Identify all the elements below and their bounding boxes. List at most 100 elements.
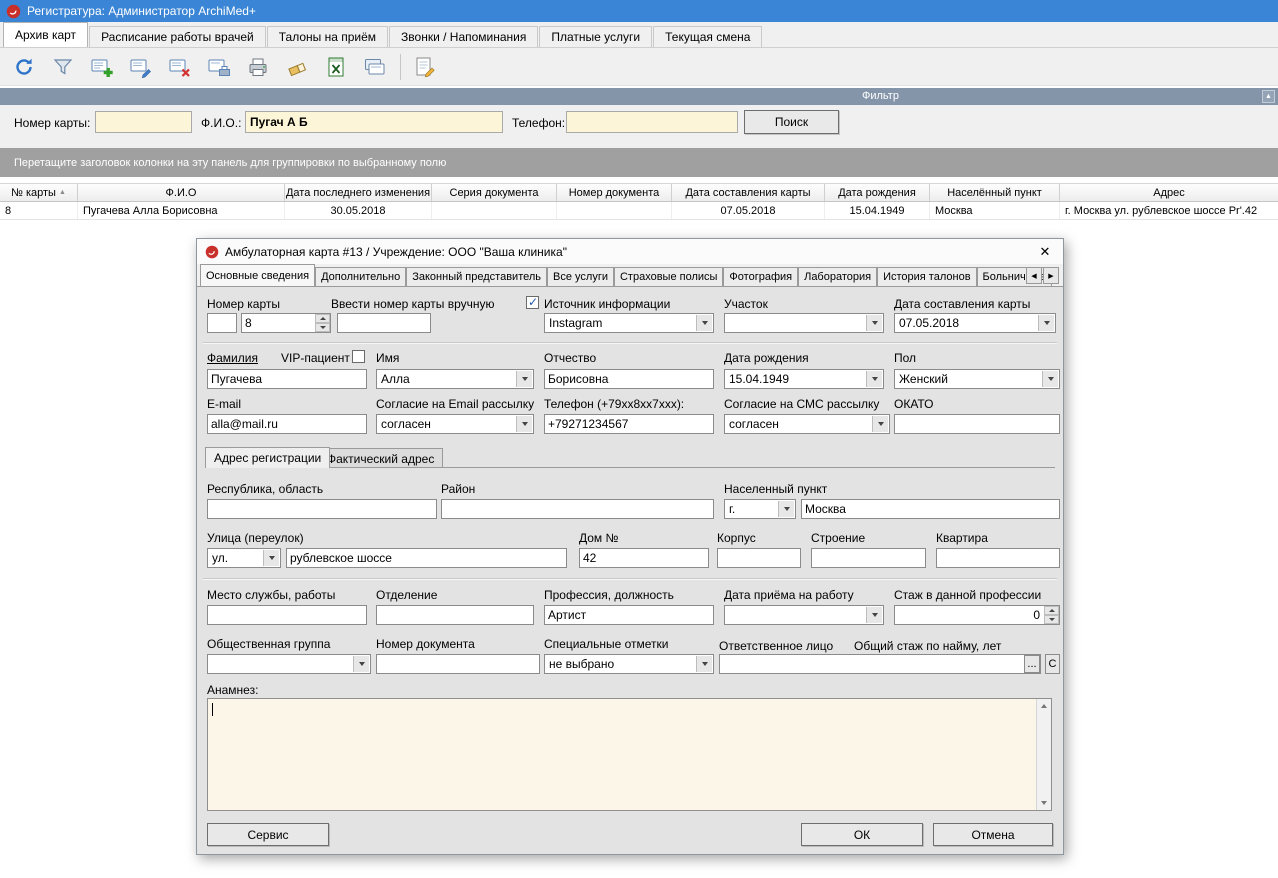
subtab-actual-address[interactable]: Фактический адрес — [318, 448, 443, 468]
fio-filter-input[interactable] — [245, 111, 503, 133]
manual-entry-checkbox[interactable] — [526, 296, 539, 309]
cell-doc-number[interactable] — [557, 202, 672, 219]
tab-paid-services[interactable]: Платные услуги — [539, 26, 652, 47]
district-select[interactable] — [724, 313, 884, 333]
vip-checkbox[interactable] — [352, 350, 365, 363]
scroll-up-icon[interactable] — [1037, 699, 1051, 713]
phone-filter-input[interactable] — [566, 111, 738, 133]
tab-doctors-schedule[interactable]: Расписание работы врачей — [89, 26, 266, 47]
document-number-input[interactable] — [376, 654, 540, 674]
cell-last-modified[interactable]: 30.05.2018 — [285, 202, 432, 219]
col-birth-date[interactable]: Дата рождения — [825, 184, 930, 201]
workplace-input[interactable] — [207, 605, 367, 625]
cell-birth-date[interactable]: 15.04.1949 — [825, 202, 930, 219]
dialog-tab-all-services[interactable]: Все услуги — [547, 267, 614, 286]
grouping-panel[interactable]: Перетащите заголовок колонки на эту пане… — [0, 148, 1278, 177]
col-card-number[interactable]: № карты ▲ — [0, 184, 78, 201]
card-date-select[interactable]: 07.05.2018 — [894, 313, 1056, 333]
dialog-tab-photo[interactable]: Фотография — [723, 267, 798, 286]
edit-note-button[interactable] — [408, 51, 444, 82]
lastname-input[interactable] — [207, 369, 367, 389]
card-prefix-input[interactable] — [207, 313, 237, 333]
tab-scroll-right-icon[interactable]: ▶ — [1043, 267, 1059, 284]
spin-up-icon[interactable] — [1044, 606, 1059, 615]
special-marks-select[interactable]: не выбрано — [544, 654, 714, 674]
cell-card-number[interactable]: 8 — [0, 202, 78, 219]
col-address[interactable]: Адрес — [1060, 184, 1278, 201]
service-button[interactable]: Сервис — [207, 823, 329, 846]
spin-up-icon[interactable] — [315, 314, 330, 323]
department-input[interactable] — [376, 605, 534, 625]
phone-input[interactable] — [544, 414, 714, 434]
house-input[interactable] — [579, 548, 709, 568]
excel-export-button[interactable] — [318, 51, 354, 82]
info-source-select[interactable]: Instagram — [544, 313, 714, 333]
street-prefix-select[interactable]: ул. — [207, 548, 281, 568]
print-card-button[interactable] — [201, 51, 237, 82]
table-row[interactable]: 8 Пугачева Алла Борисовна 30.05.2018 07.… — [0, 202, 1278, 220]
cell-address[interactable]: г. Москва ул. рублевское шоссе Pr'.42 — [1060, 202, 1278, 219]
area-input[interactable] — [441, 499, 714, 519]
clear-button[interactable] — [279, 51, 315, 82]
col-card-date[interactable]: Дата составления карты — [672, 184, 825, 201]
cell-fio[interactable]: Пугачева Алла Борисовна — [78, 202, 285, 219]
street-input[interactable] — [286, 548, 567, 568]
card-stack-button[interactable] — [357, 51, 393, 82]
filter-button[interactable] — [45, 51, 81, 82]
birthdate-select[interactable]: 15.04.1949 — [724, 369, 884, 389]
col-doc-number[interactable]: Номер документа — [557, 184, 672, 201]
collapse-filter-button[interactable]: ▲ — [1262, 90, 1275, 103]
sms-consent-select[interactable]: согласен — [724, 414, 890, 434]
cell-doc-series[interactable] — [432, 202, 557, 219]
close-icon[interactable]: ✕ — [1035, 244, 1055, 260]
cell-card-date[interactable]: 07.05.2018 — [672, 202, 825, 219]
printer-button[interactable] — [240, 51, 276, 82]
social-group-select[interactable] — [207, 654, 371, 674]
tab-calls-reminders[interactable]: Звонки / Напоминания — [389, 26, 538, 47]
col-city[interactable]: Населённый пункт — [930, 184, 1060, 201]
region-input[interactable] — [207, 499, 437, 519]
responsible-person-input[interactable] — [719, 654, 1041, 674]
profession-experience-spinner[interactable] — [1044, 606, 1059, 624]
city-prefix-select[interactable]: г. — [724, 499, 796, 519]
spin-down-icon[interactable] — [1044, 615, 1059, 624]
scroll-down-icon[interactable] — [1037, 796, 1051, 810]
anamnesis-scrollbar[interactable] — [1036, 699, 1051, 810]
email-consent-select[interactable]: согласен — [376, 414, 534, 434]
cancel-button[interactable]: Отмена — [933, 823, 1053, 846]
dialog-tab-additional[interactable]: Дополнительно — [315, 267, 406, 286]
cell-city[interactable]: Москва — [930, 202, 1060, 219]
dialog-tab-laboratory[interactable]: Лаборатория — [798, 267, 877, 286]
gender-select[interactable]: Женский — [894, 369, 1060, 389]
employment-date-select[interactable] — [724, 605, 884, 625]
lastname-label[interactable]: Фамилия — [207, 351, 258, 365]
firstname-select[interactable]: Алла — [376, 369, 534, 389]
card-number-spinner[interactable] — [315, 314, 330, 332]
spin-down-icon[interactable] — [315, 323, 330, 332]
ellipsis-button[interactable]: ... — [1024, 655, 1040, 673]
dialog-tab-main-info[interactable]: Основные сведения — [200, 264, 315, 286]
add-card-button[interactable] — [84, 51, 120, 82]
search-button[interactable]: Поиск — [744, 110, 839, 134]
delete-card-button[interactable] — [162, 51, 198, 82]
card-number-filter-input[interactable] — [95, 111, 192, 133]
ok-button[interactable]: ОК — [801, 823, 923, 846]
col-last-modified[interactable]: Дата последнего изменения — [285, 184, 432, 201]
subtab-registration-address[interactable]: Адрес регистрации — [205, 447, 330, 468]
profession-experience-input[interactable] — [894, 605, 1060, 625]
edit-card-button[interactable] — [123, 51, 159, 82]
building-input[interactable] — [717, 548, 801, 568]
city-input[interactable] — [801, 499, 1060, 519]
structure-input[interactable] — [811, 548, 926, 568]
okato-input[interactable] — [894, 414, 1060, 434]
tab-scroll-left-icon[interactable]: ◀ — [1026, 267, 1042, 284]
anamnesis-textarea[interactable] — [207, 698, 1052, 811]
apartment-input[interactable] — [936, 548, 1060, 568]
card-number-extra-input[interactable] — [337, 313, 431, 333]
tab-card-archive[interactable]: Архив карт — [3, 22, 88, 47]
middlename-input[interactable] — [544, 369, 714, 389]
email-input[interactable] — [207, 414, 367, 434]
tab-current-shift[interactable]: Текущая смена — [653, 26, 762, 47]
dialog-tab-ticket-history[interactable]: История талонов — [877, 267, 976, 286]
profession-input[interactable] — [544, 605, 714, 625]
